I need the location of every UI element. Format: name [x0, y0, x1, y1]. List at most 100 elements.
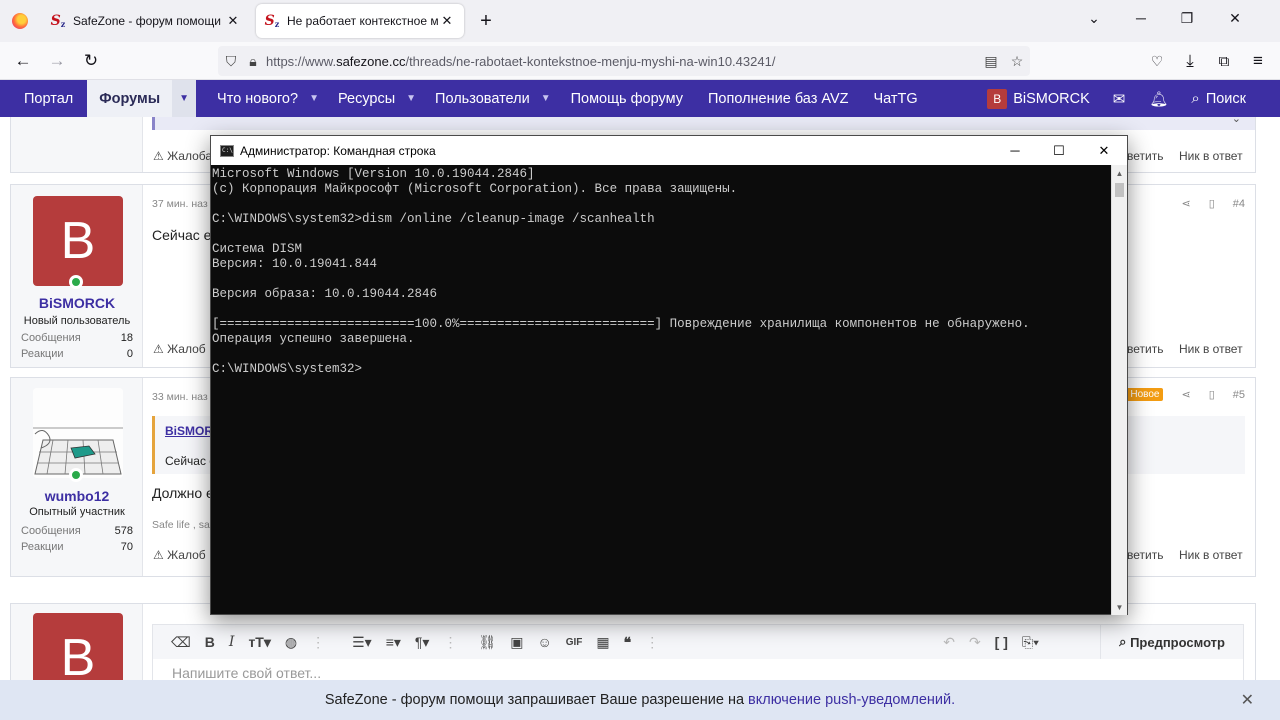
post-time[interactable]: 37 мин. наз [152, 198, 208, 210]
post-time[interactable]: 33 мин. наз [152, 391, 208, 403]
new-tab-button[interactable]: + [474, 9, 498, 33]
list-icon[interactable]: ☰▾ [332, 634, 379, 651]
align-icon[interactable]: ≡▾ [379, 634, 408, 651]
close-window-icon[interactable]: ✕ [1081, 136, 1127, 165]
quote-icon[interactable]: ❝ [617, 634, 639, 651]
nav-avz-bases[interactable]: Пополнение баз AVZ [697, 80, 863, 117]
nav-users-dropdown-icon[interactable]: ▼ [541, 80, 559, 117]
more-vertical-icon[interactable]: ⋮ [638, 634, 666, 651]
smiley-icon[interactable]: ☺ [530, 634, 558, 650]
share-icon[interactable]: ⋖ [1181, 388, 1190, 401]
media-icon[interactable]: ▦ [589, 634, 616, 651]
nav-forums[interactable]: Форумы [87, 80, 173, 117]
nav-whats-new[interactable]: Что нового? [206, 80, 309, 117]
console-output[interactable]: Microsoft Windows [Version 10.0.19044.28… [212, 165, 1111, 614]
nav-user-account[interactable]: B BiSMORCK [976, 80, 1101, 117]
drafts-icon[interactable]: ⎘▾ [1015, 634, 1046, 651]
forward-arrow-icon[interactable]: → [44, 48, 70, 74]
more-vertical-icon[interactable]: ⋮ [304, 634, 332, 651]
close-window-icon[interactable]: ✕ [1224, 10, 1246, 27]
scroll-thumb[interactable] [1115, 183, 1124, 197]
reply-link[interactable]: ветить [1127, 149, 1163, 163]
nav-whats-new-dropdown-icon[interactable]: ▼ [309, 80, 327, 117]
undo-icon[interactable]: ↶ [936, 634, 962, 651]
address-bar[interactable]: ⛉ 🔒︎ https://www.safezone.cc/threads/ne-… [218, 46, 1030, 76]
post-number[interactable]: #4 [1233, 198, 1245, 210]
lock-icon[interactable]: 🔒︎ [244, 46, 262, 76]
nav-portal[interactable]: Портал [0, 80, 87, 117]
close-icon[interactable]: ✕ [1241, 690, 1254, 710]
console-scrollbar[interactable]: ▲ ▼ [1111, 165, 1127, 615]
list-all-tabs-icon[interactable]: ⌄ [1083, 10, 1105, 27]
reader-view-icon[interactable]: ▤ [978, 46, 1004, 76]
reply-link[interactable]: ветить [1127, 548, 1163, 562]
mention-link[interactable]: Ник в ответ [1179, 548, 1243, 562]
push-notice-strip [152, 117, 1255, 130]
reply-editor[interactable]: Напишите свой ответ... [152, 659, 1244, 680]
shield-icon[interactable]: ⛉ [218, 46, 244, 76]
maximize-icon[interactable]: ☐ [1037, 136, 1081, 165]
preview-button[interactable]: ⌕ Предпросмотр [1100, 625, 1243, 659]
nav-chat-tg[interactable]: ЧатTG [863, 80, 929, 117]
avatar[interactable]: B [33, 613, 123, 680]
back-arrow-icon[interactable]: ← [10, 48, 36, 74]
report-link[interactable]: ⚠ Жалоб [153, 342, 206, 356]
reload-icon[interactable]: ↻ [78, 48, 104, 74]
downloads-icon[interactable]: ⤓ [1177, 48, 1203, 74]
nav-search[interactable]: ⌕ Поиск [1180, 80, 1280, 117]
italic-icon[interactable]: I [222, 634, 242, 650]
eraser-icon[interactable]: ⌫ [153, 634, 198, 651]
report-link[interactable]: ⚠ Жалоба [153, 149, 212, 163]
pocket-icon[interactable]: ♡ [1144, 48, 1170, 74]
text-size-icon[interactable]: тT▾ [241, 634, 277, 651]
menu-hamburger-icon[interactable]: ≡ [1245, 48, 1271, 74]
share-icon[interactable]: ⋖ [1181, 197, 1190, 210]
image-icon[interactable]: ▣ [503, 634, 530, 651]
chevron-down-icon[interactable]: ⌄ [1232, 117, 1241, 125]
gif-icon[interactable]: GIF [559, 637, 590, 648]
push-bar-link[interactable]: включение push-уведомлений. [748, 692, 955, 708]
reply-link[interactable]: ветить [1127, 342, 1163, 356]
restore-icon[interactable]: ❐ [1176, 10, 1198, 27]
alerts-bell-icon[interactable]: 🔔︎ [1137, 80, 1180, 117]
more-vertical-icon[interactable]: ⋮ [436, 634, 464, 651]
mention-link[interactable]: Ник в ответ [1179, 149, 1243, 163]
scroll-up-arrow-icon[interactable]: ▲ [1112, 165, 1127, 181]
close-tab-icon[interactable]: ✕ [438, 12, 456, 30]
browser-tab-safezone[interactable]: Sz SafeZone - форум помощи ✕ [42, 4, 250, 38]
nav-forums-dropdown-icon[interactable]: ▼ [172, 80, 197, 117]
command-prompt-window[interactable]: C:\ Администратор: Командная строка ─ ☐ … [210, 135, 1128, 615]
nav-resources[interactable]: Ресурсы [327, 80, 406, 117]
bookmark-icon[interactable]: ▯ [1209, 388, 1215, 401]
bbcode-toggle-icon[interactable]: [ ] [988, 634, 1015, 650]
nav-resources-dropdown-icon[interactable]: ▼ [406, 80, 424, 117]
close-tab-icon[interactable]: ✕ [224, 12, 242, 30]
palette-icon[interactable]: ◍ [278, 634, 304, 651]
link-icon[interactable]: ⛓ [464, 634, 503, 651]
nav-help-forum[interactable]: Помощь форуму [559, 80, 697, 117]
redo-icon[interactable]: ↷ [962, 634, 988, 651]
scroll-down-arrow-icon[interactable]: ▼ [1112, 599, 1127, 615]
avatar[interactable]: B [33, 196, 123, 286]
username[interactable]: BiSMORCK [11, 295, 143, 311]
url-text[interactable]: https://www.safezone.cc/threads/ne-rabot… [262, 54, 978, 69]
avatar[interactable] [33, 388, 123, 478]
extensions-icon[interactable]: ⧉ [1211, 48, 1237, 74]
browser-tab-active[interactable]: Sz Не работает контекстное меню ✕ [256, 4, 464, 38]
firefox-view-button[interactable] [8, 9, 32, 33]
inbox-envelope-icon[interactable]: ✉ [1101, 80, 1138, 117]
username[interactable]: wumbo12 [11, 488, 143, 504]
minimize-icon[interactable]: ─ [993, 136, 1037, 165]
post-number[interactable]: #5 [1233, 389, 1245, 401]
console-title-bar[interactable]: C:\ Администратор: Командная строка ─ ☐ … [211, 136, 1127, 165]
mention-link[interactable]: Ник в ответ [1179, 342, 1243, 356]
minimize-icon[interactable]: ─ [1130, 10, 1152, 26]
nav-users[interactable]: Пользователи [424, 80, 541, 117]
bookmark-star-icon[interactable]: ☆ [1004, 46, 1030, 76]
bold-icon[interactable]: B [198, 634, 222, 650]
bookmark-icon[interactable]: ▯ [1209, 197, 1215, 210]
paragraph-icon[interactable]: ¶▾ [408, 634, 437, 651]
report-link[interactable]: ⚠ Жалоб [153, 548, 206, 562]
